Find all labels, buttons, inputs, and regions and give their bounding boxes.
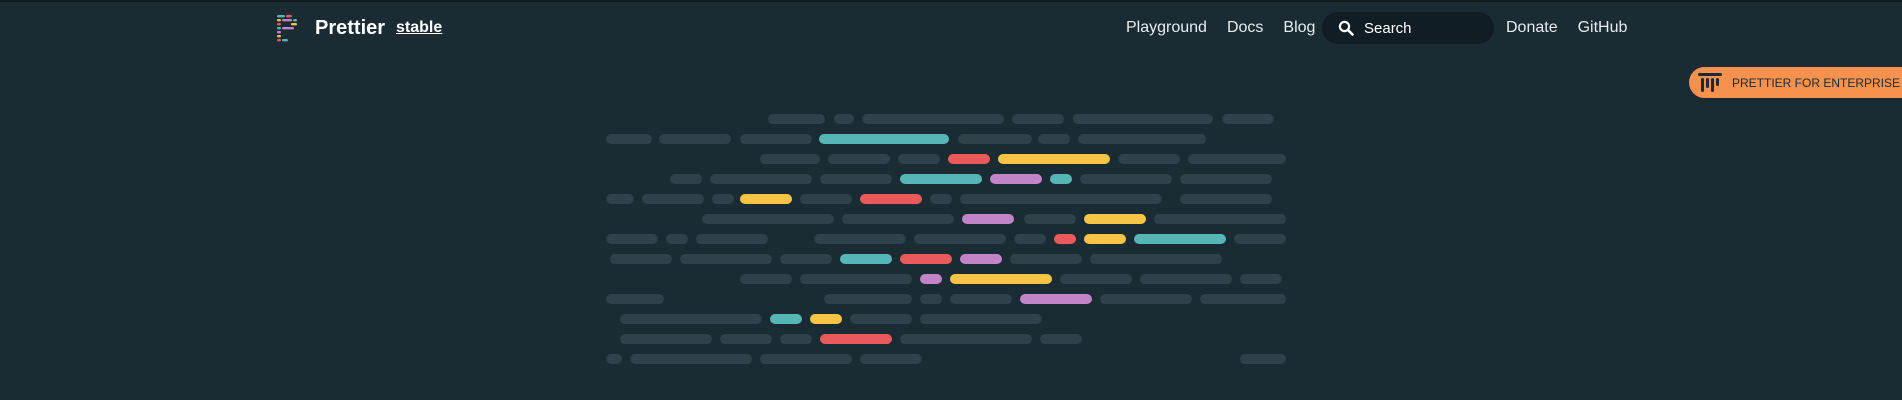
code-token-3-4 bbox=[990, 174, 1042, 184]
code-token-4-0 bbox=[606, 194, 634, 204]
code-token-11-3 bbox=[820, 334, 892, 344]
code-token-11-4 bbox=[900, 334, 1032, 344]
code-token-4-4 bbox=[800, 194, 852, 204]
code-token-7-4 bbox=[900, 254, 952, 264]
code-token-6-4 bbox=[914, 234, 1006, 244]
code-token-8-3 bbox=[950, 274, 1052, 284]
code-token-2-6 bbox=[1188, 154, 1286, 164]
code-token-0-5 bbox=[1222, 114, 1274, 124]
code-token-2-1 bbox=[828, 154, 890, 164]
code-token-7-7 bbox=[1090, 254, 1222, 264]
code-token-5-3 bbox=[1024, 214, 1076, 224]
code-token-1-3 bbox=[819, 134, 949, 144]
code-token-6-5 bbox=[1014, 234, 1046, 244]
code-token-7-3 bbox=[840, 254, 892, 264]
code-token-3-2 bbox=[820, 174, 892, 184]
code-token-11-2 bbox=[780, 334, 812, 344]
code-token-6-7 bbox=[1084, 234, 1126, 244]
code-token-11-0 bbox=[620, 334, 712, 344]
code-token-12-3 bbox=[860, 354, 922, 364]
code-token-10-1 bbox=[770, 314, 802, 324]
code-token-3-6 bbox=[1080, 174, 1172, 184]
code-token-10-0 bbox=[620, 314, 762, 324]
code-token-1-2 bbox=[740, 134, 812, 144]
code-token-6-2 bbox=[696, 234, 768, 244]
code-token-3-5 bbox=[1050, 174, 1072, 184]
code-token-2-0 bbox=[760, 154, 820, 164]
code-token-4-5 bbox=[860, 194, 922, 204]
code-token-1-6 bbox=[1078, 134, 1206, 144]
code-token-1-0 bbox=[606, 134, 652, 144]
code-token-1-5 bbox=[1038, 134, 1070, 144]
code-token-3-3 bbox=[900, 174, 982, 184]
code-token-3-1 bbox=[710, 174, 812, 184]
code-token-2-2 bbox=[898, 154, 940, 164]
code-token-2-3 bbox=[948, 154, 990, 164]
code-token-8-0 bbox=[740, 274, 792, 284]
code-token-0-1 bbox=[834, 114, 854, 124]
code-token-6-8 bbox=[1134, 234, 1226, 244]
code-token-9-3 bbox=[950, 294, 1012, 304]
code-token-10-2 bbox=[810, 314, 842, 324]
code-illustration bbox=[606, 114, 1286, 364]
code-token-4-6 bbox=[930, 194, 952, 204]
code-token-5-5 bbox=[1154, 214, 1286, 224]
code-token-5-4 bbox=[1084, 214, 1146, 224]
code-token-12-1 bbox=[630, 354, 752, 364]
code-token-0-2 bbox=[862, 114, 1004, 124]
code-token-8-4 bbox=[1060, 274, 1132, 284]
code-token-4-1 bbox=[642, 194, 704, 204]
code-token-9-6 bbox=[1200, 294, 1286, 304]
code-token-5-0 bbox=[702, 214, 834, 224]
code-token-3-7 bbox=[1180, 174, 1272, 184]
code-token-4-3 bbox=[740, 194, 792, 204]
code-token-1-4 bbox=[958, 134, 1032, 144]
code-token-7-1 bbox=[680, 254, 772, 264]
code-token-7-0 bbox=[610, 254, 672, 264]
code-token-8-1 bbox=[800, 274, 912, 284]
code-token-2-5 bbox=[1118, 154, 1180, 164]
code-token-2-4 bbox=[998, 154, 1110, 164]
code-token-6-0 bbox=[606, 234, 658, 244]
code-token-0-0 bbox=[768, 114, 825, 124]
code-token-4-8 bbox=[1180, 194, 1272, 204]
code-token-7-6 bbox=[1010, 254, 1082, 264]
code-token-11-1 bbox=[720, 334, 772, 344]
code-token-3-0 bbox=[670, 174, 702, 184]
code-token-6-3 bbox=[814, 234, 906, 244]
code-token-10-3 bbox=[850, 314, 912, 324]
code-token-8-6 bbox=[1240, 274, 1282, 284]
code-token-10-4 bbox=[920, 314, 1042, 324]
code-token-0-3 bbox=[1012, 114, 1064, 124]
code-token-5-1 bbox=[842, 214, 954, 224]
code-token-0-4 bbox=[1073, 114, 1213, 124]
code-token-4-7 bbox=[960, 194, 1162, 204]
code-token-5-2 bbox=[962, 214, 1014, 224]
code-token-9-4 bbox=[1020, 294, 1092, 304]
code-token-6-9 bbox=[1234, 234, 1286, 244]
code-token-1-1 bbox=[659, 134, 731, 144]
code-token-7-5 bbox=[960, 254, 1002, 264]
code-token-11-5 bbox=[1040, 334, 1082, 344]
code-token-6-6 bbox=[1054, 234, 1076, 244]
code-token-7-2 bbox=[780, 254, 832, 264]
code-token-9-1 bbox=[824, 294, 912, 304]
code-token-12-4 bbox=[1240, 354, 1286, 364]
code-token-9-0 bbox=[606, 294, 664, 304]
code-token-12-0 bbox=[606, 354, 622, 364]
code-token-8-2 bbox=[920, 274, 942, 284]
code-token-9-5 bbox=[1100, 294, 1192, 304]
code-token-12-2 bbox=[760, 354, 852, 364]
code-token-6-1 bbox=[666, 234, 688, 244]
code-token-8-5 bbox=[1140, 274, 1232, 284]
code-token-9-2 bbox=[920, 294, 942, 304]
code-token-4-2 bbox=[712, 194, 734, 204]
